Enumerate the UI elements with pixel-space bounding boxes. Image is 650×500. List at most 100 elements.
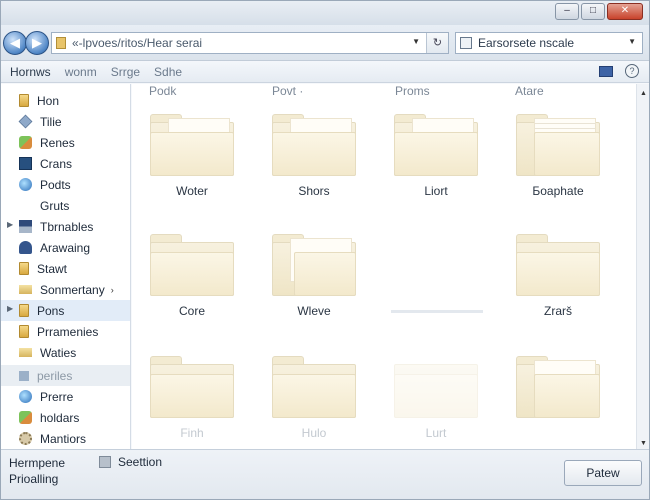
leaf-icon bbox=[19, 411, 32, 424]
folder-item[interactable]: Shors bbox=[258, 98, 358, 208]
details-line: Prioalling bbox=[9, 472, 59, 486]
title-bar: – □ ✕ bbox=[1, 1, 649, 25]
view-options-icon[interactable] bbox=[599, 65, 613, 77]
folder-item[interactable]: Wleve bbox=[258, 218, 358, 328]
toolbar-item[interactable]: Sdhe bbox=[154, 65, 182, 79]
sidebar-item[interactable]: Crans bbox=[1, 153, 130, 174]
scroll-down-icon[interactable]: ▼ bbox=[640, 440, 647, 447]
globe-icon bbox=[19, 178, 32, 191]
help-icon[interactable]: ? bbox=[625, 64, 639, 78]
folder-item[interactable]: Core bbox=[136, 218, 236, 328]
search-value: Earsorsete nscale bbox=[478, 36, 575, 50]
column-header[interactable]: Povt · bbox=[272, 84, 303, 98]
gear-icon bbox=[19, 432, 32, 445]
sidebar-item[interactable]: Arawaing bbox=[1, 237, 130, 258]
folder-icon bbox=[19, 262, 29, 275]
scroll-up-icon[interactable]: ▲ bbox=[640, 90, 647, 97]
sidebar-item[interactable]: Hon bbox=[1, 90, 130, 111]
globe-icon bbox=[19, 390, 32, 403]
chevron-right-icon: › bbox=[110, 284, 114, 295]
folder-icon bbox=[19, 325, 29, 338]
column-header[interactable]: Proms bbox=[395, 84, 430, 98]
search-icon bbox=[460, 37, 472, 49]
expand-icon[interactable]: ▶ bbox=[7, 304, 13, 313]
sidebar-item[interactable]: Gruts bbox=[1, 195, 130, 216]
sidebar-item[interactable]: Tilie bbox=[1, 111, 130, 132]
sidebar-item[interactable]: Mantiors bbox=[1, 428, 130, 449]
address-path: «-lpvoes/ritos/Hear serai bbox=[72, 36, 203, 50]
explorer-window: – □ ✕ ◀ ▶ «-lpvoes/ritos/Hear serai ▼ ↻ … bbox=[0, 0, 650, 500]
refresh-button[interactable]: ↻ bbox=[426, 33, 448, 53]
sidebar-item[interactable]: Prramenies bbox=[1, 321, 130, 342]
sidebar-item[interactable]: Podts bbox=[1, 174, 130, 195]
sidebar-item[interactable]: Renes bbox=[1, 132, 130, 153]
folder-item[interactable]: Liort bbox=[380, 98, 480, 208]
folder-icon bbox=[56, 37, 66, 49]
sidebar-item-selected[interactable]: ▶ Pons bbox=[1, 300, 130, 321]
section-icon bbox=[99, 456, 111, 468]
file-view: Podk Povt · Proms Atare Woter Shors Lior… bbox=[132, 84, 636, 449]
folder-icon bbox=[272, 234, 356, 296]
folder-icon bbox=[394, 356, 478, 418]
folder-icon bbox=[272, 114, 356, 176]
diamond-icon bbox=[18, 114, 33, 129]
toolbar-item[interactable]: Srrge bbox=[111, 65, 140, 79]
folder-item[interactable]: Hulo bbox=[258, 340, 358, 449]
close-button[interactable]: ✕ bbox=[607, 3, 643, 20]
folder-icon bbox=[19, 94, 29, 107]
toolbar: Hornws wonm Srrge Sdhe ? bbox=[1, 61, 649, 83]
folder-item[interactable]: Lurt bbox=[380, 340, 480, 449]
column-header[interactable]: Atare bbox=[515, 84, 544, 98]
toolbar-item[interactable]: Hornws bbox=[10, 65, 51, 79]
details-pane: Hermpene Prioalling Seettion Patew bbox=[1, 449, 649, 499]
folder-item[interactable]: Zrarš bbox=[502, 218, 602, 328]
leaf-icon bbox=[19, 136, 32, 149]
strip-icon bbox=[19, 220, 32, 233]
sidebar-item[interactable]: Waties bbox=[1, 342, 130, 363]
column-header[interactable]: Podk bbox=[149, 84, 176, 98]
folder-icon bbox=[19, 304, 29, 317]
search-input[interactable]: Earsorsete nscale ▼ bbox=[455, 32, 643, 54]
sidebar-item-hover[interactable]: periles bbox=[1, 365, 130, 386]
small-icon bbox=[19, 370, 29, 381]
folder-item[interactable]: Woter bbox=[136, 98, 236, 208]
flat-folder-icon bbox=[19, 285, 32, 294]
details-line: Hermpene bbox=[9, 456, 66, 470]
toolbar-item[interactable]: wonm bbox=[65, 65, 97, 79]
sidebar-item[interactable]: Sonmertany › bbox=[1, 279, 130, 300]
maximize-button[interactable]: □ bbox=[581, 3, 605, 20]
monitor-icon bbox=[19, 157, 32, 170]
window-controls: – □ ✕ bbox=[555, 3, 643, 20]
forward-button[interactable]: ▶ bbox=[25, 31, 49, 55]
action-button[interactable]: Patew bbox=[564, 460, 642, 486]
folder-icon bbox=[516, 356, 600, 418]
folder-item[interactable]: Боaphate bbox=[502, 98, 602, 208]
address-bar[interactable]: «-lpvoes/ritos/Hear serai ▼ ↻ bbox=[51, 32, 449, 54]
navigation-pane: Hon Tilie Renes Crans Podts Gruts ▶ Tbrna… bbox=[1, 84, 131, 449]
chevron-down-icon[interactable]: ▼ bbox=[412, 37, 420, 46]
back-button[interactable]: ◀ bbox=[3, 31, 27, 55]
folder-item[interactable] bbox=[502, 340, 602, 449]
sidebar-item[interactable]: Stawt bbox=[1, 258, 130, 279]
details-section: Seettion bbox=[99, 455, 162, 469]
folder-icon bbox=[516, 234, 600, 296]
chevron-down-icon[interactable]: ▼ bbox=[628, 37, 636, 46]
sidebar-item[interactable]: holdars bbox=[1, 407, 130, 428]
folder-icon bbox=[150, 234, 234, 296]
folder-icon bbox=[150, 114, 234, 176]
folder-icon bbox=[394, 114, 478, 176]
person-icon bbox=[19, 241, 32, 254]
folder-icon bbox=[516, 114, 600, 176]
minimize-button[interactable]: – bbox=[555, 3, 579, 20]
address-row: ◀ ▶ «-lpvoes/ritos/Hear serai ▼ ↻ Earsor… bbox=[1, 25, 649, 61]
sidebar-item[interactable]: Prerre bbox=[1, 386, 130, 407]
flat-folder-icon bbox=[19, 348, 32, 357]
folder-icon bbox=[150, 356, 234, 418]
expand-icon[interactable]: ▶ bbox=[7, 220, 13, 229]
folder-item[interactable]: Finh bbox=[136, 340, 236, 449]
sidebar-item[interactable]: ▶ Tbrnables bbox=[1, 216, 130, 237]
folder-icon bbox=[272, 356, 356, 418]
placeholder-bar bbox=[391, 310, 483, 313]
toolbar-right: ? bbox=[599, 64, 639, 78]
vertical-scrollbar[interactable]: ▲ ▼ bbox=[636, 84, 649, 449]
